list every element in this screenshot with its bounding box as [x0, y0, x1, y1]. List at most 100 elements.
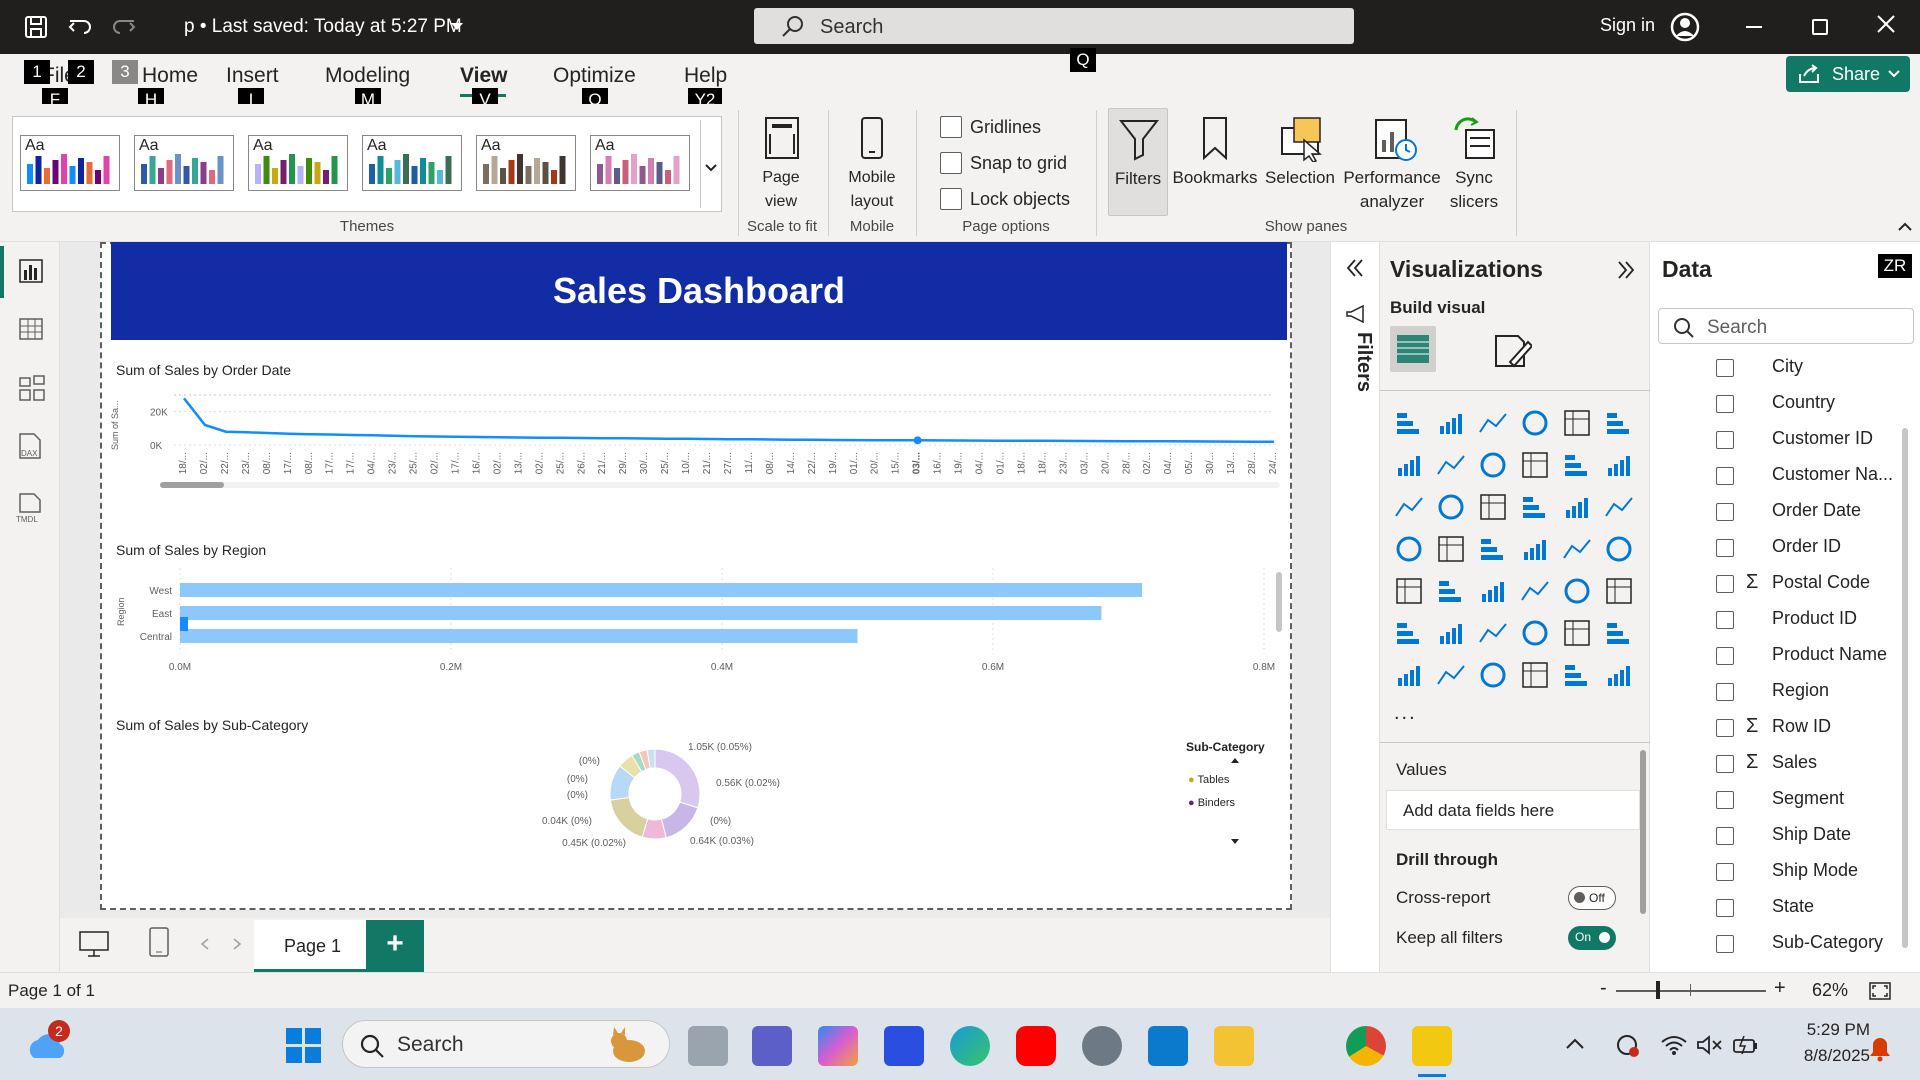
field-checkbox[interactable] [1716, 467, 1734, 485]
field-checkbox[interactable] [1716, 755, 1734, 773]
dax-query-view-icon[interactable]: DAX [14, 432, 46, 464]
visual-type-icon[interactable] [1520, 492, 1552, 524]
notification-bell-icon[interactable] [1868, 1036, 1892, 1062]
visual-type-icon[interactable] [1562, 660, 1594, 692]
share-button[interactable]: Share [1786, 56, 1910, 92]
field-item[interactable]: Region [1772, 680, 1829, 701]
data-search-input[interactable]: Search [1658, 308, 1914, 344]
tab-home[interactable]: Home [142, 64, 198, 88]
power-bi-icon[interactable] [1412, 1026, 1452, 1066]
visual-type-icon[interactable] [1394, 408, 1426, 440]
legend-item[interactable]: ● Tables [1188, 774, 1229, 786]
visual-type-icon[interactable] [1478, 576, 1510, 608]
themes-more-button[interactable] [700, 120, 720, 208]
volume-muted-icon[interactable] [1696, 1034, 1724, 1056]
field-item[interactable]: Postal Code [1772, 572, 1870, 593]
field-checkbox[interactable] [1716, 503, 1734, 521]
performance-analyzer-button[interactable]: Performance analyzer [1340, 108, 1444, 216]
visual-type-icon[interactable] [1520, 576, 1552, 608]
field-item[interactable]: Segment [1772, 788, 1844, 809]
visual-type-icon[interactable] [1394, 534, 1426, 566]
visual-type-icon[interactable] [1478, 492, 1510, 524]
build-visual-tab[interactable] [1390, 326, 1436, 372]
show-hidden-icons-icon[interactable] [1566, 1038, 1584, 1050]
tab-view[interactable]: View [460, 64, 507, 88]
visual-type-icon[interactable] [1436, 576, 1468, 608]
tab-help[interactable]: Help [684, 64, 727, 88]
visual-type-icon[interactable] [1520, 408, 1552, 440]
legend-scroll-down-icon[interactable] [1230, 838, 1240, 846]
file-explorer-icon[interactable] [1214, 1026, 1254, 1066]
format-visual-icon[interactable] [1492, 332, 1532, 370]
sign-in-link[interactable]: Sign in [1600, 15, 1655, 36]
field-item[interactable]: Product Name [1772, 644, 1887, 665]
field-item[interactable]: Customer Na... [1772, 464, 1893, 485]
visual-type-icon[interactable] [1478, 660, 1510, 692]
keep-filters-toggle[interactable]: On [1568, 926, 1616, 950]
copilot-icon[interactable] [818, 1026, 858, 1066]
tab-insert[interactable]: Insert [226, 64, 279, 88]
lock-objects-checkbox[interactable] [940, 188, 962, 210]
viz-pane-scrollbar[interactable] [1640, 750, 1646, 914]
cross-report-toggle[interactable]: Off [1568, 886, 1616, 910]
field-item[interactable]: Sub-Category [1772, 932, 1883, 953]
task-view-icon[interactable] [688, 1026, 728, 1066]
visual-type-icon[interactable] [1604, 408, 1636, 440]
visual-type-icon[interactable] [1394, 492, 1426, 524]
visual-type-icon[interactable] [1394, 618, 1426, 650]
theme-swatch[interactable]: Aa [134, 135, 234, 191]
save-icon[interactable] [22, 13, 50, 41]
snap-to-grid-checkbox[interactable] [940, 152, 962, 174]
page-next-icon[interactable] [232, 938, 242, 950]
sync-slicers-button[interactable]: Sync slicers [1444, 108, 1504, 216]
field-item[interactable]: Product ID [1772, 608, 1857, 629]
zoom-out-button[interactable]: - [1600, 977, 1607, 1000]
collapse-ribbon-icon[interactable] [1898, 222, 1912, 232]
minimize-icon[interactable] [1746, 26, 1762, 28]
field-item[interactable]: Sales [1772, 752, 1817, 773]
clock-time[interactable]: 5:29 PM [1770, 1020, 1870, 1040]
visual-type-icon[interactable] [1562, 618, 1594, 650]
chrome-icon[interactable] [1346, 1026, 1386, 1066]
collapse-visualizations-icon[interactable] [1616, 260, 1636, 280]
selection-pane-button[interactable]: Selection [1260, 108, 1340, 216]
visual-type-icon[interactable] [1436, 534, 1468, 566]
legend-item[interactable]: ● Binders [1188, 797, 1235, 809]
visual-type-icon[interactable] [1436, 450, 1468, 482]
wifi-icon[interactable] [1660, 1034, 1688, 1056]
tmdl-view-icon[interactable]: TMDL [14, 492, 46, 524]
sync-icon[interactable] [1614, 1032, 1640, 1058]
field-checkbox[interactable] [1716, 359, 1734, 377]
expand-filters-icon[interactable] [1345, 258, 1365, 278]
field-item[interactable]: City [1772, 356, 1803, 377]
visual-type-icon[interactable] [1394, 660, 1426, 692]
field-checkbox[interactable] [1716, 539, 1734, 557]
document-title[interactable]: p • Last saved: Today at 5:27 PM [184, 16, 462, 38]
zoom-slider[interactable] [1616, 990, 1766, 992]
field-checkbox[interactable] [1716, 935, 1734, 953]
more-visuals-button[interactable]: ... [1394, 702, 1417, 725]
mobile-layout-icon[interactable] [148, 926, 170, 958]
gridlines-checkbox[interactable] [940, 116, 962, 138]
visual-type-icon[interactable] [1562, 534, 1594, 566]
field-checkbox[interactable] [1716, 899, 1734, 917]
field-item[interactable]: Order ID [1772, 536, 1841, 557]
visual-type-icon[interactable] [1562, 408, 1594, 440]
field-checkbox[interactable] [1716, 431, 1734, 449]
field-checkbox[interactable] [1716, 683, 1734, 701]
taskbar-search[interactable]: Search [342, 1020, 670, 1068]
visual-type-icon[interactable] [1562, 576, 1594, 608]
tab-optimize[interactable]: Optimize [553, 64, 636, 88]
zoom-in-button[interactable]: + [1774, 977, 1786, 1000]
visual-type-icon[interactable] [1394, 576, 1426, 608]
line-chart[interactable]: 20K 0K Sum of Sa... 18/... 02/... 22/... 23/..… [104, 380, 1284, 490]
bookmarks-pane-button[interactable]: Bookmarks [1170, 108, 1260, 216]
field-item[interactable]: Row ID [1772, 716, 1831, 737]
settings-icon[interactable] [1082, 1026, 1122, 1066]
theme-swatch[interactable]: Aa [476, 135, 576, 191]
visual-type-icon[interactable] [1520, 618, 1552, 650]
visual-type-icon[interactable] [1520, 660, 1552, 692]
donut-chart[interactable]: 1.05K (0.05%) 0.56K (0.02%) (0%) 0.64K (0.0… [520, 734, 810, 860]
visual-type-icon[interactable] [1604, 450, 1636, 482]
report-view-icon[interactable] [18, 258, 44, 284]
